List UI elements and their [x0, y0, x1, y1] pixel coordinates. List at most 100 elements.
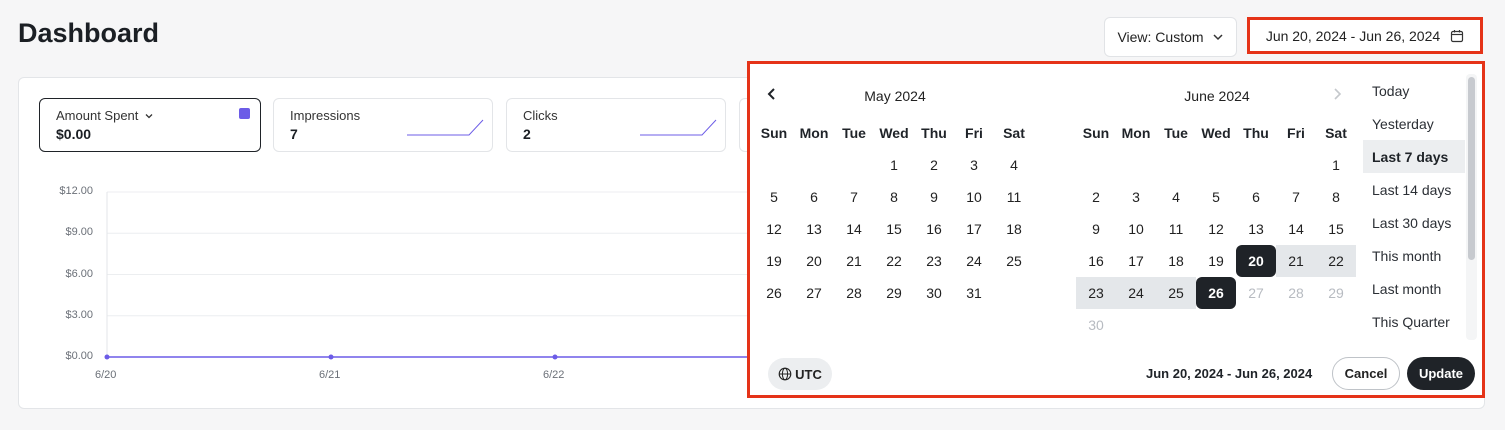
calendar-day[interactable]: 23 — [1076, 277, 1116, 309]
calendar-day: 27 — [1248, 285, 1264, 301]
calendar-day: 30 — [1088, 317, 1104, 333]
calendar-day[interactable]: 1 — [874, 149, 914, 181]
calendar-day[interactable]: 9 — [914, 181, 954, 213]
calendar-day[interactable]: 6 — [1236, 181, 1276, 213]
preset-option[interactable]: This Quarter — [1363, 305, 1465, 338]
weekday-header: Wed — [879, 125, 909, 141]
weekday-header: Fri — [1287, 125, 1305, 141]
calendar-day[interactable]: 8 — [1316, 181, 1356, 213]
page-title: Dashboard — [18, 18, 160, 48]
calendar-day[interactable]: 25 — [994, 245, 1034, 277]
calendar-day: 28 — [1288, 285, 1304, 301]
calendar-day[interactable]: 10 — [1116, 213, 1156, 245]
weekday-header: Sun — [1082, 125, 1110, 141]
calendar-day[interactable]: 16 — [914, 213, 954, 245]
right-month-title: June 2024 — [1184, 88, 1250, 104]
calendar-day[interactable]: 4 — [994, 149, 1034, 181]
calendar-day[interactable]: 31 — [954, 277, 994, 309]
next-month-button[interactable] — [1325, 82, 1349, 106]
view-select[interactable]: View: Custom — [1104, 17, 1237, 57]
calendar-day: 29 — [1328, 285, 1344, 301]
data-point[interactable] — [328, 354, 334, 360]
weekday-header: Tue — [1164, 125, 1188, 141]
calendar-day[interactable]: 16 — [1076, 245, 1116, 277]
calendar-day[interactable]: 7 — [834, 181, 874, 213]
calendar-day[interactable]: 27 — [794, 277, 834, 309]
weekday-header: Sat — [1325, 125, 1347, 141]
calendar-day[interactable]: 19 — [1196, 245, 1236, 277]
calendar-icon — [1451, 29, 1464, 42]
calendar-day[interactable]: 30 — [914, 277, 954, 309]
calendar-day[interactable]: 18 — [1156, 245, 1196, 277]
calendar-day[interactable]: 20 — [1236, 245, 1276, 277]
calendar-day[interactable]: 11 — [1156, 213, 1196, 245]
update-button[interactable]: Update — [1407, 357, 1475, 390]
calendar-day[interactable]: 18 — [994, 213, 1034, 245]
calendar-day[interactable]: 20 — [794, 245, 834, 277]
calendar-day[interactable]: 7 — [1276, 181, 1316, 213]
calendar-day[interactable]: 2 — [914, 149, 954, 181]
calendar-day[interactable]: 12 — [1196, 213, 1236, 245]
calendar-day[interactable]: 1 — [1316, 149, 1356, 181]
calendar-day[interactable]: 19 — [754, 245, 794, 277]
preset-option[interactable]: Today — [1363, 74, 1465, 107]
weekday-header: Mon — [1121, 125, 1151, 141]
calendar-day[interactable]: 14 — [1276, 213, 1316, 245]
calendar-day[interactable]: 12 — [754, 213, 794, 245]
calendar-day[interactable]: 23 — [914, 245, 954, 277]
calendar-day[interactable]: 8 — [874, 181, 914, 213]
calendar-day[interactable]: 29 — [874, 277, 914, 309]
calendar-day[interactable]: 6 — [794, 181, 834, 213]
timezone-label: UTC — [795, 366, 822, 382]
data-point[interactable] — [104, 354, 110, 360]
calendar-day[interactable]: 21 — [1276, 245, 1316, 277]
calendar-day[interactable]: 13 — [1236, 213, 1276, 245]
calendar-day[interactable]: 25 — [1156, 277, 1196, 309]
view-select-label: View: Custom — [1117, 29, 1204, 45]
date-range-label: Jun 20, 2024 - Jun 26, 2024 — [1265, 27, 1441, 44]
preset-option[interactable]: Yesterday — [1363, 107, 1465, 140]
calendar-day[interactable]: 2 — [1076, 181, 1116, 213]
calendar-day[interactable]: 13 — [794, 213, 834, 245]
calendar-day[interactable]: 15 — [1316, 213, 1356, 245]
calendar-day[interactable]: 9 — [1076, 213, 1116, 245]
left-month-title: May 2024 — [864, 88, 926, 104]
preset-option[interactable]: Last 30 days — [1363, 206, 1465, 239]
calendar-day[interactable]: 28 — [834, 277, 874, 309]
calendar-day[interactable]: 22 — [874, 245, 914, 277]
calendar-day[interactable]: 26 — [1196, 277, 1236, 309]
prev-month-button[interactable] — [760, 82, 784, 106]
calendar-day[interactable]: 5 — [1196, 181, 1236, 213]
timezone-button[interactable]: UTC — [768, 358, 832, 390]
calendar-day[interactable]: 4 — [1156, 181, 1196, 213]
weekday-header: Tue — [842, 125, 866, 141]
calendar-day[interactable]: 17 — [954, 213, 994, 245]
weekday-header: Mon — [799, 125, 829, 141]
calendar-day[interactable]: 3 — [954, 149, 994, 181]
calendar-day[interactable]: 11 — [994, 181, 1034, 213]
weekday-header: Sun — [760, 125, 788, 141]
globe-icon — [778, 367, 792, 381]
calendar-day[interactable]: 24 — [954, 245, 994, 277]
preset-option[interactable]: This month — [1363, 239, 1465, 272]
calendar-day[interactable]: 15 — [874, 213, 914, 245]
calendar-day[interactable]: 17 — [1116, 245, 1156, 277]
calendar-day[interactable]: 10 — [954, 181, 994, 213]
calendar-day[interactable]: 26 — [754, 277, 794, 309]
calendar-day[interactable]: 24 — [1116, 277, 1156, 309]
date-picker-popover: May 2024 June 2024 Sun Mon Tue Wed Thu Fri Sat… — [747, 61, 1485, 398]
chevron-down-icon — [1213, 34, 1223, 41]
calendar-day[interactable]: 21 — [834, 245, 874, 277]
preset-option[interactable]: Last 14 days — [1363, 173, 1465, 206]
calendar-day[interactable]: 14 — [834, 213, 874, 245]
cancel-button[interactable]: Cancel — [1332, 357, 1400, 390]
preset-option[interactable]: Last month — [1363, 272, 1465, 305]
preset-scrollbar[interactable] — [1468, 77, 1475, 260]
preset-option[interactable]: Last 7 days — [1363, 140, 1465, 173]
data-point[interactable] — [552, 354, 558, 360]
date-range-button[interactable]: Jun 20, 2024 - Jun 26, 2024 — [1247, 17, 1483, 54]
calendar-day[interactable]: 22 — [1316, 245, 1356, 277]
weekday-header: Fri — [965, 125, 983, 141]
calendar-day[interactable]: 3 — [1116, 181, 1156, 213]
calendar-day[interactable]: 5 — [754, 181, 794, 213]
